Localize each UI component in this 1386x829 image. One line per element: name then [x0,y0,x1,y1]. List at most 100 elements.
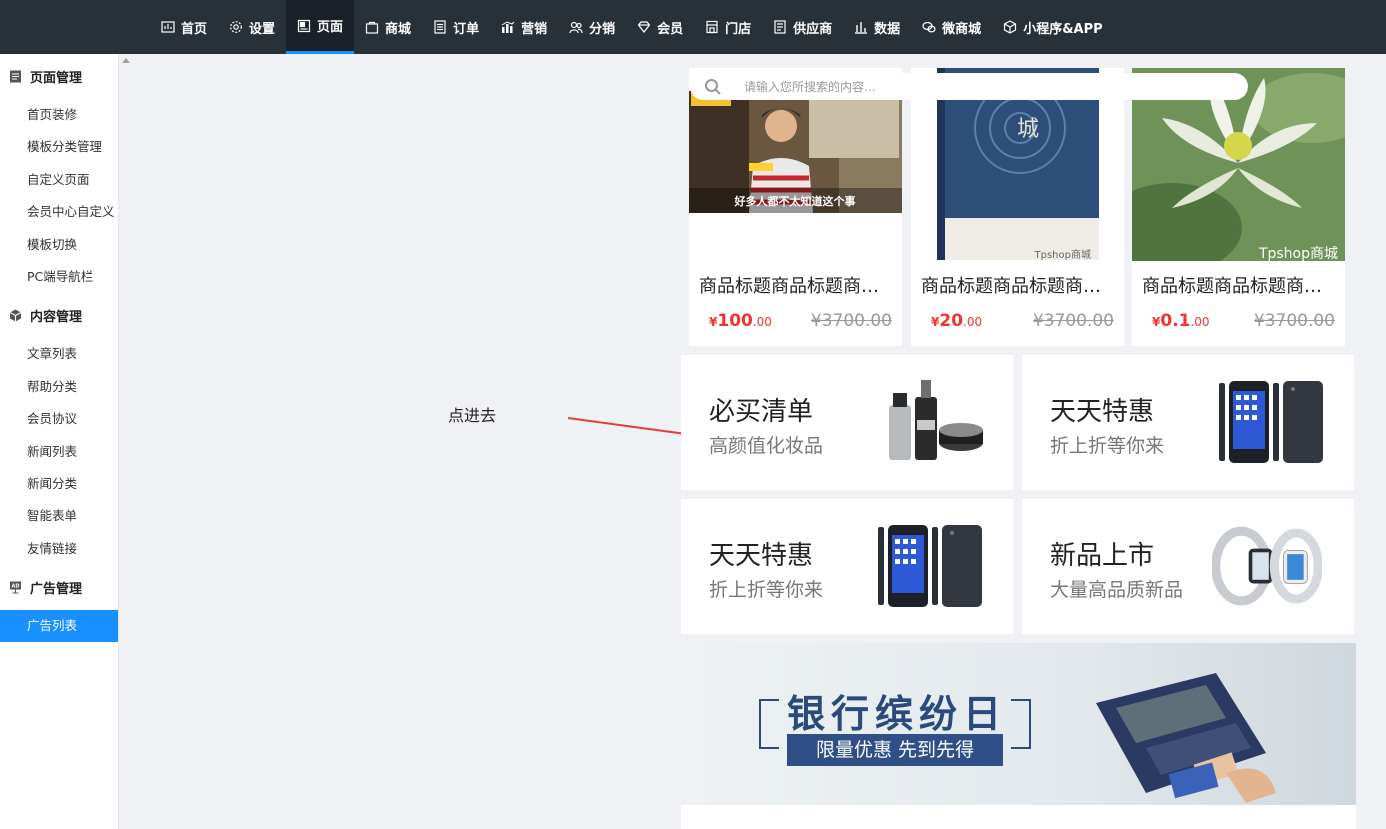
bar-icon [854,20,868,34]
cosmetics-image [889,380,983,460]
nav-item-data[interactable]: 数据 [843,0,911,54]
nav-item-label: 商城 [385,21,412,37]
nav-item-label: 门店 [725,21,752,37]
store-icon [705,20,719,34]
nav-item-miniapp[interactable]: 小程序&APP [992,0,1113,54]
page-icon [297,19,311,33]
nav-item-distribution[interactable]: 分销 [558,0,626,54]
product-price: ¥100.00 [709,311,772,331]
price-integer: 100 [717,311,753,331]
nav-item-stores[interactable]: 门店 [694,0,762,54]
nav-item-label: 首页 [181,21,208,37]
order-icon [433,20,447,34]
sidebar-item-home-decoration[interactable]: 首页装修 [0,99,118,131]
dashboard-icon [161,20,175,34]
price-decimal: .00 [752,315,772,329]
box-icon [9,309,22,322]
nav-item-label: 分销 [589,21,616,37]
sidebar-item-custom-page[interactable]: 自定义页面 [0,164,118,196]
nav-item-mall[interactable]: 商城 [354,0,422,54]
sidebar-item-news-list[interactable]: 新闻列表 [0,436,118,468]
phone-image [1219,381,1323,463]
pos-terminal-image [1096,673,1276,803]
product-price: ¥0.1.00 [1152,311,1210,331]
banner-title: 银行缤纷日 [787,692,1008,736]
sidebar-item-news-category[interactable]: 新闻分类 [0,468,118,500]
banner-bracket-left [759,699,779,749]
sidebar-section-page-management[interactable]: 页面管理 [0,64,118,88]
sidebar-item-help-category[interactable]: 帮助分类 [0,371,118,403]
sidebar-item-member-agreement[interactable]: 会员协议 [0,403,118,435]
promo-tile-daily-deals[interactable]: 天天特惠 折上折等你来 [1022,355,1354,490]
scroll-up-arrow-icon[interactable] [122,58,130,63]
sidebar-item-ad-list[interactable]: 广告列表 [0,610,118,642]
product-original-price: ¥3700.00 [810,311,892,331]
image-watermark: Tpshop商城 [1258,246,1338,261]
product-title: 商品标题商品标题商品标题 [1142,276,1338,297]
sidebar-item-template-switch[interactable]: 模板切换 [0,229,118,261]
search-icon [704,78,722,96]
gear-icon [229,20,243,34]
promo-subtitle: 折上折等你来 [709,579,824,601]
nav-item-marketing[interactable]: 营销 [490,0,558,54]
sidebar-item-pc-nav[interactable]: PC端导航栏 [0,261,118,293]
sidebar-section-content-management[interactable]: 内容管理 [0,303,118,327]
chart-icon [501,20,515,34]
wechat-icon [922,20,936,34]
cube-icon [1003,20,1017,34]
diamond-icon [637,20,651,34]
promo-tile-daily-deals-2[interactable]: 天天特惠 折上折等你来 [681,499,1013,634]
promo-heading: 天天特惠 [709,541,814,571]
price-integer: 0.1 [1160,311,1191,331]
sidebar-section-ad-management[interactable]: AD 广告管理 [0,575,118,599]
book-cover-text: 城 [1017,117,1039,142]
product-card[interactable]: 城 Tpshop商城 商品标题商品标题商品标题 ¥20.00 ¥3700.00 [911,68,1124,346]
logo-area [0,0,136,54]
nav-item-orders[interactable]: 订单 [422,0,490,54]
sidebar-item-articles[interactable]: 文章列表 [0,338,118,370]
list-icon [773,20,787,34]
price-decimal: .00 [1190,315,1210,329]
banner-bracket-right [1011,699,1031,749]
phone-image [878,525,982,607]
sidebar-item-template-category[interactable]: 模板分类管理 [0,131,118,163]
sidebar: 页面管理 首页装修 模板分类管理 自定义页面 会员中心自定义 模板切换 PC端导… [0,54,118,829]
svg-text:AD: AD [11,583,19,589]
ad-icon: AD [9,581,22,594]
product-original-price: ¥3700.00 [1253,311,1335,331]
product-title: 商品标题商品标题商品标题 [921,276,1117,297]
product-original-price: ¥3700.00 [1032,311,1114,331]
users-icon [569,20,583,34]
nav-item-suppliers[interactable]: 供应商 [762,0,843,54]
promo-heading: 必买清单 [709,397,814,427]
nav-item-label: 营销 [521,21,548,37]
top-navbar: 首页 设置 页面 商城 订单 营销 分销 会员 门店 供应商 数据 微商城 小程… [0,0,1386,54]
product-card[interactable]: Tpshop商城 商品标题商品标题商品标题 ¥0.1.00 ¥3700.00 [1132,68,1345,346]
product-card[interactable]: 好多人都不太知道这个事 商品标题商品标题商品标题 ¥100.00 ¥3700.0… [689,68,902,346]
bank-promo-banner[interactable]: 银行缤纷日 限量优惠 先到先得 [681,643,1356,805]
bag-icon [365,20,379,34]
promo-tile-new-arrivals[interactable]: 新品上市 大量高品质新品 [1022,499,1354,634]
nav-item-settings[interactable]: 设置 [218,0,286,54]
nav-item-label: 供应商 [793,21,833,37]
nav-item-label: 订单 [453,21,480,37]
product-image-caption: 好多人都不太知道这个事 [734,194,856,208]
nav-item-page[interactable]: 页面 [286,0,355,54]
search-bar[interactable]: 请输入您所搜索的内容... [690,73,1248,100]
nav-item-home[interactable]: 首页 [150,0,218,54]
smartwatch-image [1212,526,1322,606]
nav-item-label: 会员 [657,21,684,37]
sidebar-scrollbar[interactable] [118,54,135,829]
product-title: 商品标题商品标题商品标题 [699,276,895,297]
promo-heading: 天天特惠 [1050,397,1155,427]
nav-item-wechat-mall[interactable]: 微商城 [911,0,992,54]
sidebar-item-friend-links[interactable]: 友情链接 [0,533,118,565]
annotation-text: 点进去 [448,406,497,425]
nav-item-members[interactable]: 会员 [626,0,694,54]
promo-tile-must-buy[interactable]: 必买清单 高颜值化妆品 [681,355,1013,490]
promo-subtitle: 高颜值化妆品 [709,435,824,457]
sidebar-item-member-center[interactable]: 会员中心自定义 [0,196,118,228]
banner-subtitle: 限量优惠 先到先得 [787,734,1003,766]
sidebar-item-smart-form[interactable]: 智能表单 [0,500,118,532]
nav-item-label: 设置 [249,21,276,37]
